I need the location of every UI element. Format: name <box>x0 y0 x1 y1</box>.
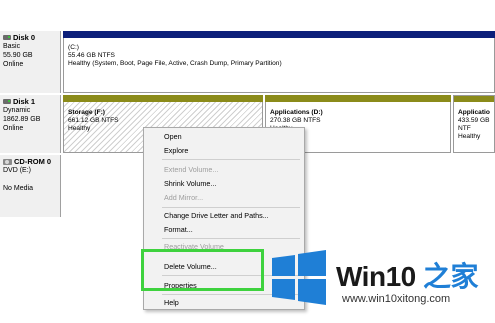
disk-status: No Media <box>3 185 33 192</box>
menu-separator <box>162 159 300 160</box>
disk-size: 55.90 GB <box>3 52 33 59</box>
delete-volume-highlight-box <box>141 249 264 291</box>
menu-item-open[interactable]: Open <box>164 131 182 142</box>
partition-title: Storage (F:) <box>68 109 105 116</box>
menu-item-extend-volume: Extend Volume... <box>164 165 219 174</box>
disk-name: Disk 1 <box>13 97 36 106</box>
disk-icon <box>3 99 11 104</box>
menu-separator <box>162 238 300 239</box>
cdrom-0-label[interactable]: CD-ROM 0 DVD (E:) No Media <box>0 155 61 217</box>
menu-item-explore[interactable]: Explore <box>164 145 188 156</box>
watermark-title: Win10 之家 <box>336 255 479 295</box>
dynamic-partition-bar <box>454 96 494 102</box>
primary-partition-bar <box>63 31 495 38</box>
watermark-brand: Win10 <box>336 261 416 292</box>
menu-item-format[interactable]: Format... <box>164 224 193 235</box>
menu-item-add-mirror: Add Mirror... <box>164 193 204 202</box>
disk-0-label[interactable]: Disk 0 Basic 55.90 GB Online <box>0 31 61 93</box>
partition-status: Healthy <box>68 125 91 132</box>
dynamic-partition-bar <box>63 95 263 102</box>
watermark: Win10 之家 www.win10xitong.com <box>262 242 495 323</box>
dynamic-partition-bar <box>265 95 451 102</box>
disk-type: Basic <box>3 43 21 50</box>
disk-status: Online <box>3 61 24 68</box>
partition-title: Applicatio <box>458 109 490 116</box>
partition-title: Applications (D:) <box>270 109 323 116</box>
menu-item-change-drive-letter[interactable]: Change Drive Letter and Paths... <box>164 210 269 221</box>
partition-size: 55.46 GB NTFS <box>68 52 115 59</box>
menu-item-help[interactable]: Help <box>164 297 179 308</box>
menu-item-shrink-volume[interactable]: Shrink Volume... <box>164 178 216 189</box>
partition-applications-2[interactable]: Applicatio 433.59 GB NTF Healthy <box>453 95 495 153</box>
partition-c[interactable]: (C:) 55.46 GB NTFS Healthy (System, Boot… <box>63 31 495 93</box>
disk-type: DVD (E:) <box>3 167 31 174</box>
watermark-brand-suffix: 之家 <box>415 261 479 292</box>
partition-status: Healthy (System, Boot, Page File, Active… <box>68 60 282 67</box>
disk-type: Dynamic <box>3 107 31 114</box>
partition-status: Healthy <box>458 133 481 140</box>
disk-status: Online <box>3 125 24 132</box>
partition-size: 270.38 GB NTFS <box>270 117 321 124</box>
menu-separator <box>162 207 300 208</box>
partition-title: (C:) <box>68 44 79 51</box>
watermark-url: www.win10xitong.com <box>342 293 451 305</box>
disk-0-row: Disk 0 Basic 55.90 GB Online (C:) 55.46 … <box>0 31 495 93</box>
disk-1-label[interactable]: Disk 1 Dynamic 1862.89 GB Online <box>0 95 61 153</box>
partition-size: 661.12 GB NTFS <box>68 117 119 124</box>
cd-drive-icon <box>3 158 12 165</box>
disk-name: Disk 0 <box>13 33 36 42</box>
disk-size: 1862.89 GB <box>3 116 41 123</box>
partition-size: 433.59 GB NTF <box>458 117 490 132</box>
windows-logo-icon <box>272 250 326 305</box>
disk-name: CD-ROM 0 <box>14 157 52 166</box>
disk-icon <box>3 35 11 40</box>
